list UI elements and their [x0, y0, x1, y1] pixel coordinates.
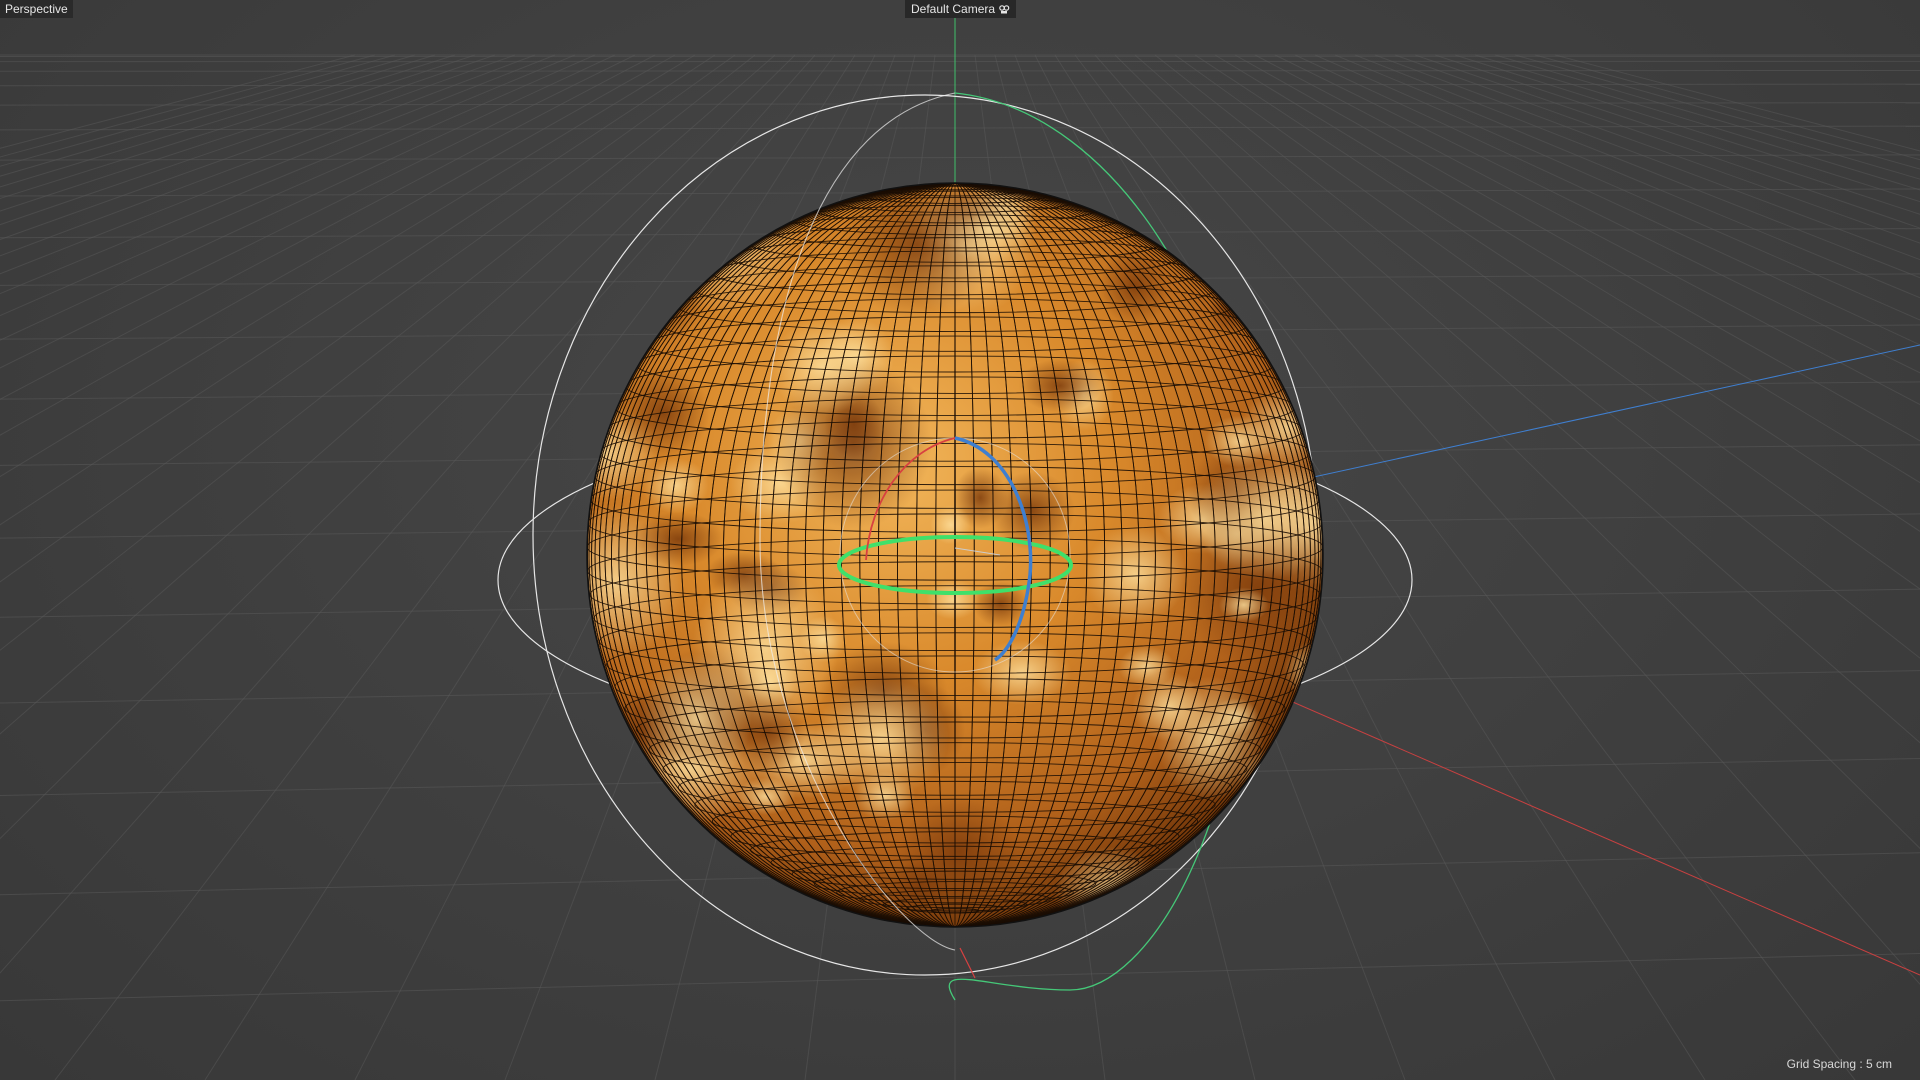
camera-icon [998, 3, 1010, 15]
viewport-perspective[interactable]: Perspective Default Camera Grid Spacing … [0, 0, 1920, 1080]
camera-selector[interactable]: Default Camera [905, 0, 1017, 18]
view-name-label[interactable]: Perspective [0, 0, 73, 18]
grid-spacing-readout: Grid Spacing : 5 cm [1786, 1057, 1892, 1071]
scene-canvas[interactable] [0, 0, 1920, 1080]
camera-name-label: Default Camera [911, 2, 996, 16]
